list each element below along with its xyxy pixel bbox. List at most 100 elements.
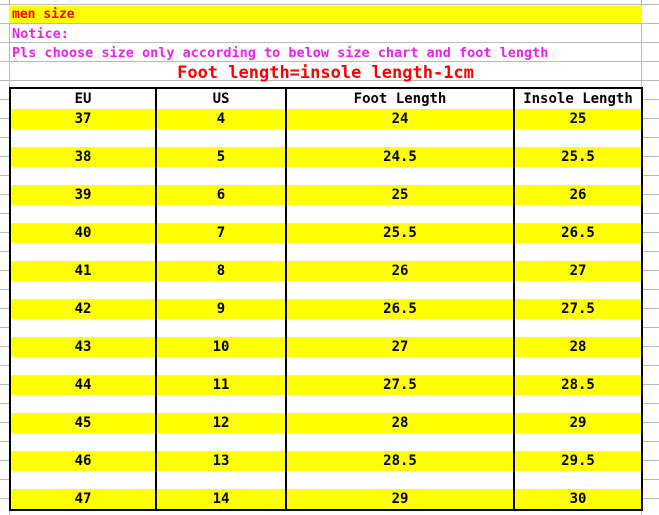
cell-us: 13 — [155, 451, 286, 471]
table-row-spacer — [9, 357, 643, 375]
table-row-spacer — [9, 243, 643, 261]
cell-us: 7 — [155, 223, 286, 243]
spacer-cell — [155, 357, 286, 375]
cell-foot-length: 27 — [285, 337, 514, 357]
cell-insole-length: 25.5 — [513, 147, 643, 167]
cell-us: 10 — [155, 337, 286, 357]
spacer-cell — [9, 205, 156, 223]
table-row: 45 12 28 29 — [9, 413, 643, 433]
spacer-cell — [513, 357, 643, 375]
spacer-cell — [513, 319, 643, 337]
table-row-spacer — [9, 167, 643, 185]
spacer-cell — [285, 243, 514, 261]
notice-body-text: Pls choose size only according to below … — [12, 45, 549, 61]
table-row: 39 6 25 26 — [9, 185, 643, 205]
spacer-cell — [9, 129, 156, 147]
spacer-cell — [9, 395, 156, 413]
table-row: 44 11 27.5 28.5 — [9, 375, 643, 395]
cell-foot-length: 25 — [285, 185, 514, 205]
spacer-cell — [285, 395, 514, 413]
cell-us: 4 — [155, 109, 286, 129]
size-chart-content: men size Notice: Pls choose size only ac… — [0, 0, 659, 515]
spacer-cell — [155, 129, 286, 147]
spacer-cell — [155, 433, 286, 451]
spacer-cell — [9, 357, 156, 375]
cell-insole-length: 28.5 — [513, 375, 643, 395]
cell-foot-length: 24 — [285, 109, 514, 129]
spacer-cell — [513, 205, 643, 223]
cell-foot-length: 28.5 — [285, 451, 514, 471]
cell-eu: 40 — [9, 223, 156, 243]
spacer-cell — [285, 167, 514, 185]
table-row: 42 9 26.5 27.5 — [9, 299, 643, 319]
cell-us: 12 — [155, 413, 286, 433]
cell-insole-length: 26 — [513, 185, 643, 205]
cell-eu: 41 — [9, 261, 156, 281]
table-row: 38 5 24.5 25.5 — [9, 147, 643, 167]
cell-us: 6 — [155, 185, 286, 205]
spacer-cell — [513, 433, 643, 451]
cell-us: 5 — [155, 147, 286, 167]
cell-foot-length: 27.5 — [285, 375, 514, 395]
cell-us: 11 — [155, 375, 286, 395]
cell-insole-length: 27.5 — [513, 299, 643, 319]
spacer-cell — [513, 129, 643, 147]
table-row-spacer — [9, 471, 643, 489]
cell-insole-length: 30 — [513, 489, 643, 511]
conversion-formula: Foot length=insole length-1cm — [177, 63, 474, 83]
spacer-cell — [9, 281, 156, 299]
column-header-foot-length: Foot Length — [285, 87, 514, 109]
spacer-cell — [9, 471, 156, 489]
cell-eu: 38 — [9, 147, 156, 167]
table-row-spacer — [9, 281, 643, 299]
table-row: 40 7 25.5 26.5 — [9, 223, 643, 243]
size-chart-table: EU US Foot Length Insole Length 37 4 24 25 38 5 24… — [9, 87, 643, 511]
cell-foot-length: 26 — [285, 261, 514, 281]
cell-foot-length: 25.5 — [285, 223, 514, 243]
cell-insole-length: 26.5 — [513, 223, 643, 243]
cell-eu: 43 — [9, 337, 156, 357]
spacer-cell — [9, 243, 156, 261]
table-row: 41 8 26 27 — [9, 261, 643, 281]
men-size-title-bar: men size — [9, 6, 642, 23]
table-row-spacer — [9, 433, 643, 451]
spacer-cell — [155, 319, 286, 337]
table-row: 46 13 28.5 29.5 — [9, 451, 643, 471]
spacer-cell — [155, 167, 286, 185]
spacer-cell — [285, 319, 514, 337]
cell-insole-length: 25 — [513, 109, 643, 129]
cell-eu: 44 — [9, 375, 156, 395]
table-header-row: EU US Foot Length Insole Length — [9, 87, 643, 109]
spacer-cell — [285, 471, 514, 489]
cell-foot-length: 26.5 — [285, 299, 514, 319]
spacer-cell — [285, 281, 514, 299]
table-row-spacer — [9, 205, 643, 223]
cell-eu: 45 — [9, 413, 156, 433]
table-row-spacer — [9, 129, 643, 147]
page-title: men size — [12, 7, 75, 22]
cell-foot-length: 24.5 — [285, 147, 514, 167]
spacer-cell — [9, 433, 156, 451]
spacer-cell — [9, 167, 156, 185]
notice-label: Notice: — [12, 26, 69, 42]
cell-eu: 47 — [9, 489, 156, 511]
cell-eu: 37 — [9, 109, 156, 129]
spacer-cell — [513, 395, 643, 413]
cell-insole-length: 29.5 — [513, 451, 643, 471]
cell-us: 14 — [155, 489, 286, 511]
column-header-insole-length: Insole Length — [513, 87, 643, 109]
cell-foot-length: 29 — [285, 489, 514, 511]
spacer-cell — [285, 433, 514, 451]
spacer-cell — [155, 243, 286, 261]
cell-eu: 42 — [9, 299, 156, 319]
spacer-cell — [9, 319, 156, 337]
spacer-cell — [155, 471, 286, 489]
cell-insole-length: 28 — [513, 337, 643, 357]
cell-foot-length: 28 — [285, 413, 514, 433]
cell-insole-length: 27 — [513, 261, 643, 281]
spacer-cell — [285, 129, 514, 147]
cell-us: 9 — [155, 299, 286, 319]
spacer-cell — [155, 281, 286, 299]
table-row-spacer — [9, 319, 643, 337]
column-header-us: US — [155, 87, 286, 109]
